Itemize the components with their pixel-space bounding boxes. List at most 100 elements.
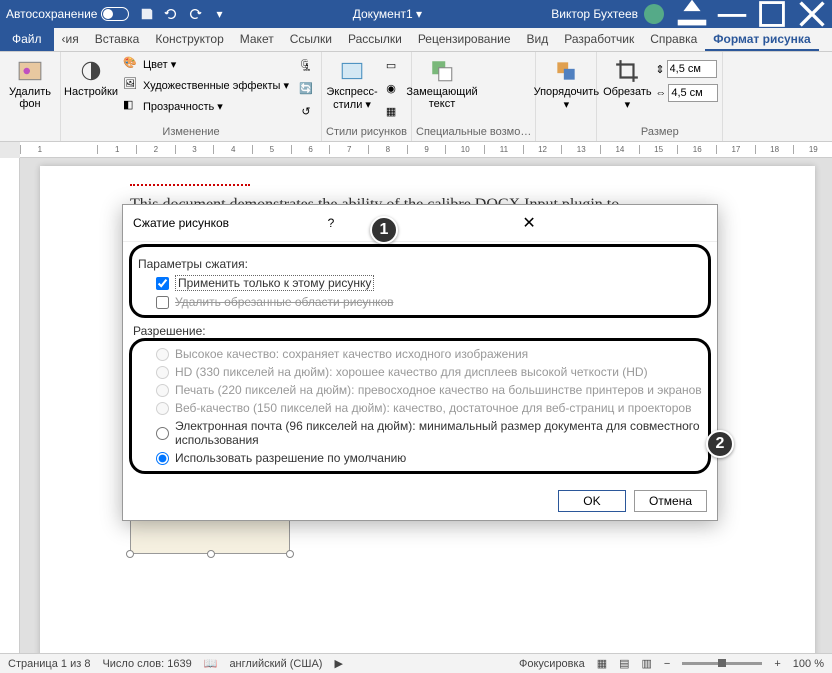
option-delete-cropped[interactable]: Удалить обрезанные области рисунков [138, 293, 702, 311]
tab-file[interactable]: Файл [0, 28, 54, 51]
radio-default-input[interactable] [156, 452, 169, 465]
corrections-button[interactable]: Настройки [65, 54, 117, 102]
avatar-icon [644, 4, 664, 24]
reset-pic-button[interactable]: ↺ [295, 100, 317, 122]
dialog-help-icon[interactable]: ? [318, 216, 523, 230]
radio-hq-input [156, 348, 169, 361]
change-pic-button[interactable]: 🔄 [295, 77, 317, 99]
status-words[interactable]: Число слов: 1639 [102, 658, 191, 670]
group-remove-bg: Удалить фон [0, 52, 61, 141]
arrange-button[interactable]: Упорядочить ▾ [540, 54, 592, 115]
ribbon-tabs: Файл ‹ия Вставка Конструктор Макет Ссылк… [0, 28, 832, 52]
view-web-icon[interactable]: ▥ [642, 657, 652, 670]
group-accessibility: Замещающий текст Специальные возмо… [412, 52, 536, 141]
zoom-level[interactable]: 100 % [793, 658, 824, 670]
border-button[interactable]: ▭ [380, 54, 402, 76]
layout-button[interactable]: ▦ [380, 100, 402, 122]
corrections-icon [78, 58, 104, 84]
tab-design[interactable]: Конструктор [147, 28, 231, 51]
save-icon[interactable] [135, 0, 159, 28]
tab-view[interactable]: Вид [519, 28, 557, 51]
effects-button[interactable]: ◉ [380, 77, 402, 99]
radio-email[interactable]: Электронная почта (96 пикселей на дюйм):… [138, 417, 702, 449]
redo-icon[interactable] [183, 0, 207, 28]
effects-icon: 🖼 [123, 77, 139, 93]
option-apply-only[interactable]: Применить только к этому рисунку [138, 273, 702, 293]
red-dotted-line [130, 184, 250, 186]
ribbon-options-icon[interactable] [672, 0, 712, 28]
undo-icon[interactable] [159, 0, 183, 28]
document-title[interactable]: Документ1 ▾ [231, 7, 543, 21]
radio-email-input[interactable] [156, 427, 169, 440]
group-label-styles: Стили рисунков [326, 125, 407, 139]
status-language[interactable]: английский (США) [229, 658, 322, 670]
title-bar: Автосохранение ▾ Документ1 ▾ Виктор Бухт… [0, 0, 832, 28]
resize-handle[interactable] [286, 550, 294, 558]
compress-pictures-dialog: Сжатие рисунков ? ✕ Параметры сжатия: Пр… [122, 204, 718, 521]
cancel-button[interactable]: Отмена [634, 490, 707, 512]
remove-background-button[interactable]: Удалить фон [4, 54, 56, 114]
view-print-icon[interactable]: ▤ [619, 657, 629, 670]
alt-text-button[interactable]: Замещающий текст [416, 54, 468, 114]
tab-help[interactable]: Справка [642, 28, 705, 51]
radio-hd-input [156, 366, 169, 379]
resize-handle[interactable] [207, 550, 215, 558]
checkbox-delete-cropped[interactable] [156, 296, 169, 309]
tab-references[interactable]: Ссылки [282, 28, 340, 51]
tab-developer[interactable]: Разработчик [556, 28, 642, 51]
group-label-adjust: Изменение [65, 125, 317, 139]
highlight-box-1: Параметры сжатия: Применить только к это… [129, 244, 711, 318]
ok-button[interactable]: OK [558, 490, 626, 512]
crop-button[interactable]: Обрезать ▾ [601, 54, 653, 115]
status-focus[interactable]: Фокусировка [519, 658, 585, 670]
zoom-out-icon[interactable]: − [664, 658, 670, 670]
qat-dropdown-icon[interactable]: ▾ [207, 0, 231, 28]
transparency-icon: ◧ [123, 98, 139, 114]
tab-picture-format[interactable]: Формат рисунка [705, 28, 818, 51]
group-label-size: Размер [601, 125, 718, 139]
radio-print[interactable]: Печать (220 пикселей на дюйм): превосход… [138, 381, 702, 399]
resize-handle[interactable] [126, 550, 134, 558]
tab-layout[interactable]: Макет [232, 28, 282, 51]
zoom-slider[interactable] [682, 662, 762, 665]
group-styles: Экспресс-стили ▾ ▭ ◉ ▦ Стили рисунков [322, 52, 412, 141]
width-icon: ⇔ [655, 87, 666, 99]
radio-default[interactable]: Использовать разрешение по умолчанию [138, 449, 702, 467]
transparency-button[interactable]: ◧Прозрачность ▾ [119, 96, 293, 116]
maximize-icon[interactable] [752, 0, 792, 28]
width-input[interactable] [668, 84, 718, 102]
tab-mailings[interactable]: Рассылки [340, 28, 410, 51]
status-page[interactable]: Страница 1 из 8 [8, 658, 90, 670]
checkbox-apply-only[interactable] [156, 277, 169, 290]
remove-bg-icon [17, 58, 43, 84]
group-size: Обрезать ▾ ⇕ ⇔ Размер [597, 52, 723, 141]
close-icon[interactable] [792, 0, 832, 28]
radio-high-quality[interactable]: Высокое качество: сохраняет качество исх… [138, 345, 702, 363]
dialog-close-icon[interactable]: ✕ [522, 213, 707, 233]
quick-styles-button[interactable]: Экспресс-стили ▾ [326, 54, 378, 115]
radio-hd[interactable]: HD (330 пикселей на дюйм): хорошее качес… [138, 363, 702, 381]
tab-nav-left[interactable]: ‹ия [54, 28, 87, 51]
zoom-in-icon[interactable]: + [774, 658, 780, 670]
arrange-icon [553, 58, 579, 84]
status-proofing-icon[interactable]: 📖 [204, 657, 218, 670]
vertical-ruler[interactable] [0, 158, 20, 658]
minimize-icon[interactable] [712, 0, 752, 28]
autosave-toggle[interactable]: Автосохранение [0, 7, 135, 21]
compress-button[interactable]: 🗜 [295, 54, 317, 76]
tab-insert[interactable]: Вставка [87, 28, 148, 51]
radio-web[interactable]: Веб-качество (150 пикселей на дюйм): кач… [138, 399, 702, 417]
toggle-switch-icon [101, 7, 129, 21]
dialog-titlebar[interactable]: Сжатие рисунков ? ✕ [123, 205, 717, 242]
ribbon: Удалить фон Настройки 🎨Цвет ▾ 🖼Художеств… [0, 52, 832, 142]
annotation-marker-1: 1 [370, 216, 398, 244]
user-account[interactable]: Виктор Бухтеев [543, 4, 672, 24]
status-macro-icon[interactable]: ▶ [334, 657, 342, 670]
color-button[interactable]: 🎨Цвет ▾ [119, 54, 293, 74]
artistic-effects-button[interactable]: 🖼Художественные эффекты ▾ [119, 75, 293, 95]
tab-review[interactable]: Рецензирование [410, 28, 519, 51]
view-read-icon[interactable]: ▦ [597, 657, 607, 670]
height-icon: ⇕ [655, 63, 664, 76]
horizontal-ruler[interactable]: 112345678910111213141516171819 [20, 142, 832, 158]
height-input[interactable] [667, 60, 717, 78]
